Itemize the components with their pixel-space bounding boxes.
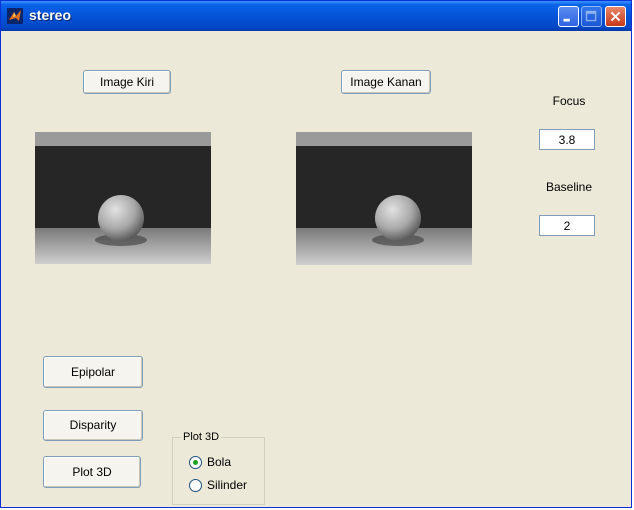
minimize-button[interactable] [558, 6, 579, 27]
baseline-label: Baseline [545, 180, 593, 194]
baseline-input[interactable] [539, 215, 595, 236]
radio-silinder-label: Silinder [207, 478, 248, 492]
maximize-icon [585, 10, 597, 22]
image-kanan-label: Image Kanan [350, 75, 422, 89]
matlab-icon [7, 8, 23, 24]
focus-input[interactable] [539, 129, 595, 150]
focus-label: Focus [552, 94, 586, 108]
close-button[interactable] [605, 6, 626, 27]
disparity-label: Disparity [69, 418, 117, 432]
title-bar[interactable]: stereo [1, 1, 631, 31]
image-kiri-button[interactable]: Image Kiri [83, 70, 171, 94]
image-kanan-button[interactable]: Image Kanan [341, 70, 431, 94]
window-title: stereo [29, 7, 72, 23]
radio-bola-indicator[interactable] [189, 455, 202, 469]
left-image [35, 132, 211, 264]
maximize-button[interactable] [581, 6, 602, 27]
image-kiri-label: Image Kiri [99, 75, 155, 89]
right-image [296, 132, 472, 265]
epipolar-label: Epipolar [70, 365, 116, 379]
radio-bola-label: Bola [207, 455, 232, 469]
app-window: stereo Image Kiri Image Kanan Focus 3.8 … [0, 0, 632, 508]
radio-bola[interactable]: Bola [189, 455, 231, 469]
radio-silinder-indicator[interactable] [189, 478, 202, 492]
disparity-button[interactable]: Disparity [43, 410, 143, 441]
epipolar-button[interactable]: Epipolar [43, 356, 143, 388]
plot3d-button[interactable]: Plot 3D [43, 456, 141, 488]
figure-area: Image Kiri Image Kanan Focus 3.8 Baselin… [4, 31, 628, 505]
plot3d-label: Plot 3D [72, 465, 112, 479]
plot3d-group-legend: Plot 3D [183, 431, 220, 443]
close-icon [610, 11, 621, 22]
minimize-icon [563, 18, 570, 22]
radio-silinder[interactable]: Silinder [189, 478, 247, 492]
